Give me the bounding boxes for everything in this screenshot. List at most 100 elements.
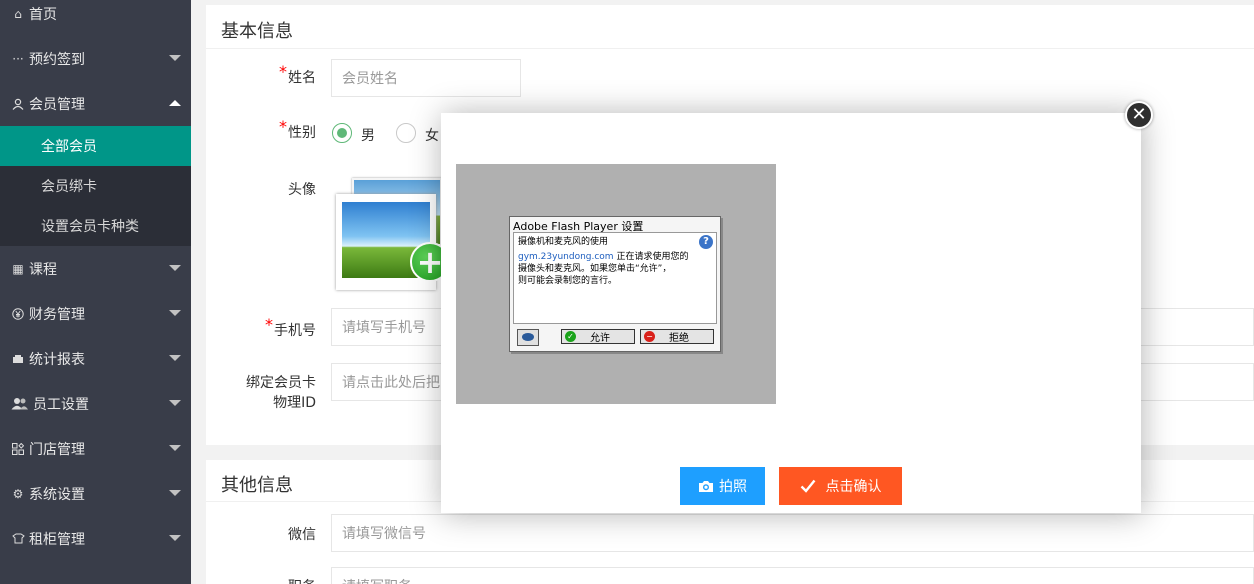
label-text: 性别	[288, 125, 316, 141]
wechat-label: 微信	[288, 527, 316, 543]
placeholder: 请填写手机号	[342, 320, 426, 336]
take-photo-button[interactable]: 拍照	[680, 467, 765, 505]
deny-icon: −	[644, 331, 655, 342]
divider	[206, 48, 1254, 49]
chart-icon	[10, 354, 26, 364]
check-icon	[800, 479, 816, 493]
users-icon	[10, 397, 30, 410]
label-line: 绑定会员卡	[246, 375, 316, 391]
sidebar-item-label: 员工设置	[33, 396, 89, 413]
card-id-label: 绑定会员卡 物理ID	[206, 373, 316, 413]
sidebar-item-label: 租柜管理	[29, 531, 85, 548]
flash-text: 摄像头和麦克风。如果您单击“允许”，	[518, 264, 672, 274]
sidebar-subitem-all-members[interactable]: 全部会员	[0, 126, 191, 166]
wechat-input[interactable]: 请填写微信号	[331, 514, 1254, 552]
required-asterisk: *	[279, 117, 287, 136]
cabinet-icon	[10, 533, 26, 544]
sidebar-item-finance[interactable]: 财务管理	[0, 291, 191, 336]
gender-label: *性别	[206, 117, 316, 142]
sidebar-item-label: 首页	[29, 6, 57, 23]
sidebar-item-home[interactable]: ⌂ 首页	[0, 0, 191, 36]
sidebar-item-label: 系统设置	[29, 486, 85, 503]
flash-text: 正在请求使用您的	[613, 252, 689, 262]
sidebar-item-courses[interactable]: ▦ 课程	[0, 246, 191, 291]
gear-icon: ⚙	[12, 486, 24, 501]
sidebar-item-booking[interactable]: ··· 预约签到	[0, 36, 191, 81]
sidebar-item-reports[interactable]: 统计报表	[0, 336, 191, 381]
flash-dialog-body: 摄像机和麦克风的使用 gym.23yundong.com 正在请求使用您的 摄像…	[513, 232, 717, 324]
sidebar-item-label: 门店管理	[29, 441, 85, 458]
sidebar-item-label: 统计报表	[29, 351, 85, 368]
job-input[interactable]: 请填写职务	[331, 567, 1254, 584]
phone-label: *手机号	[206, 315, 316, 340]
flash-heading: 摄像机和麦克风的使用	[518, 237, 609, 247]
gender-female-label[interactable]: 女	[425, 125, 439, 145]
sidebar-subitem-label: 全部会员	[41, 139, 97, 155]
chevron-down-icon	[169, 400, 181, 406]
camera-preview: Adobe Flash Player 设置 摄像机和麦克风的使用 gym.23y…	[456, 164, 776, 404]
chevron-down-icon	[169, 55, 181, 61]
panel-title: 基本信息	[221, 21, 293, 42]
sidebar-subitem-card-types[interactable]: 设置会员卡种类	[0, 206, 191, 246]
required-asterisk: *	[265, 315, 273, 334]
chevron-down-icon	[169, 490, 181, 496]
flash-deny-button[interactable]: − 拒绝	[640, 329, 714, 344]
sidebar-item-settings[interactable]: ⚙ 系统设置	[0, 471, 191, 516]
sidebar-subitem-label: 会员绑卡	[41, 179, 97, 195]
sidebar-subitem-label: 设置会员卡种类	[41, 219, 139, 235]
gender-female-radio[interactable]	[396, 123, 416, 143]
yen-icon	[10, 307, 26, 320]
user-icon	[10, 98, 26, 110]
placeholder: 请填写微信号	[342, 526, 426, 542]
apps-icon	[10, 442, 26, 455]
sidebar-submenu: 全部会员 会员绑卡 设置会员卡种类	[0, 126, 191, 246]
flash-allow-button[interactable]: ✓ 允许	[561, 329, 635, 344]
sidebar-item-members[interactable]: 会员管理	[0, 81, 191, 126]
avatar-upload[interactable]: +	[336, 174, 450, 292]
camera-icon	[698, 480, 714, 493]
chevron-down-icon	[169, 310, 181, 316]
sidebar-item-stores[interactable]: 门店管理	[0, 426, 191, 471]
label-text: 姓名	[288, 70, 316, 86]
confirm-button[interactable]: 点击确认	[779, 467, 902, 505]
flash-message: gym.23yundong.com 正在请求使用您的	[518, 251, 712, 263]
chevron-up-icon	[169, 100, 181, 106]
help-icon[interactable]: ?	[699, 235, 713, 249]
button-label: 拒绝	[669, 333, 689, 344]
button-label: 允许	[590, 333, 610, 344]
chevron-down-icon	[169, 535, 181, 541]
name-label: *姓名	[206, 62, 316, 87]
flash-domain: gym.23yundong.com	[518, 252, 614, 262]
button-label: 点击确认	[825, 479, 882, 495]
placeholder: 请填写职务	[342, 576, 412, 584]
sidebar: ⌂ 首页 ··· 预约签到 会员管理 全部会员 会员绑卡 设置会员卡种类 ▦ 课…	[0, 0, 191, 584]
name-input[interactable]: 会员姓名	[331, 59, 521, 97]
sidebar-item-lockers[interactable]: 租柜管理	[0, 516, 191, 561]
camera-settings-icon[interactable]	[517, 329, 539, 346]
close-icon[interactable]: ✕	[1125, 101, 1153, 129]
sidebar-item-staff[interactable]: 员工设置	[0, 381, 191, 426]
required-asterisk: *	[279, 62, 287, 81]
home-icon: ⌂	[14, 6, 22, 21]
camera-modal: Adobe Flash Player 设置 摄像机和麦克风的使用 gym.23y…	[441, 113, 1141, 513]
ellipsis-icon: ···	[12, 51, 24, 66]
avatar-label: 头像	[288, 182, 316, 198]
job-label: 职务	[206, 576, 316, 584]
label-text: 手机号	[274, 323, 316, 339]
panel-title: 其他信息	[221, 475, 293, 496]
chevron-down-icon	[169, 265, 181, 271]
button-label: 拍照	[719, 479, 747, 495]
label-line: 物理ID	[273, 395, 316, 411]
sidebar-item-label: 课程	[29, 261, 57, 278]
chevron-down-icon	[169, 355, 181, 361]
sidebar-item-label: 预约签到	[29, 51, 85, 68]
flash-settings-dialog: Adobe Flash Player 设置 摄像机和麦克风的使用 gym.23y…	[509, 216, 721, 352]
chevron-down-icon	[169, 445, 181, 451]
sidebar-subitem-bind-card[interactable]: 会员绑卡	[0, 166, 191, 206]
placeholder: 会员姓名	[342, 71, 398, 87]
check-icon: ✓	[565, 331, 576, 342]
placeholder: 请点击此处后把	[342, 375, 440, 391]
gender-male-radio[interactable]	[332, 123, 352, 143]
sidebar-item-label: 财务管理	[29, 306, 85, 323]
gender-male-label[interactable]: 男	[361, 125, 375, 145]
